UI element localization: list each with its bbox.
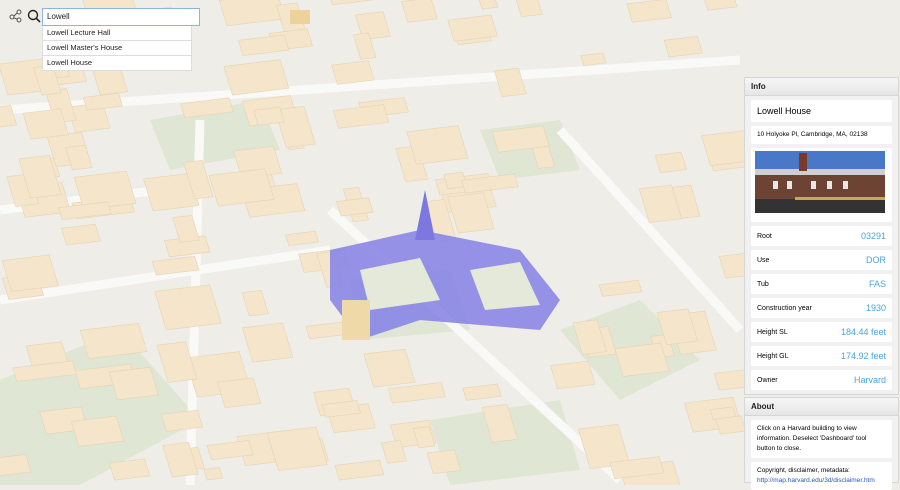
building[interactable] xyxy=(208,168,275,207)
info-row-height-gl: Height GL 174.92 feet xyxy=(751,346,892,366)
row-label: Height SL xyxy=(757,328,788,336)
info-row-tub: Tub FAS xyxy=(751,274,892,294)
suggestion-item[interactable]: Lowell Master's House xyxy=(42,40,192,56)
row-value: 184.44 feet xyxy=(840,327,886,337)
info-row-height-sl: Height SL 184.44 feet xyxy=(751,322,892,342)
row-label: Tub xyxy=(757,280,769,288)
building[interactable] xyxy=(61,223,101,246)
row-value: FAS xyxy=(868,279,886,289)
suggestion-item[interactable]: Lowell House xyxy=(42,55,192,71)
row-label: Use xyxy=(757,256,770,264)
row-value: Harvard xyxy=(853,375,886,385)
building[interactable] xyxy=(1,254,59,292)
copyright-label: Copyright, disclaimer, metadata: xyxy=(757,467,850,474)
info-row-construction-year: Construction year 1930 xyxy=(751,298,892,318)
row-value: 03291 xyxy=(860,231,886,241)
building[interactable] xyxy=(253,106,285,126)
row-label: Root xyxy=(757,232,772,240)
about-panel: About Click on a Harvard building to vie… xyxy=(744,397,899,490)
info-panel: Info Lowell House 10 Holyoke Pl, Cambrid… xyxy=(744,77,899,395)
building-photo-card xyxy=(751,148,892,222)
row-value: DOR xyxy=(866,255,886,265)
search-input[interactable] xyxy=(42,7,200,26)
about-panel-header: About xyxy=(745,398,898,416)
building[interactable] xyxy=(614,342,670,377)
building[interactable] xyxy=(203,467,224,481)
row-label: Height GL xyxy=(757,352,789,360)
row-label: Owner xyxy=(757,376,778,384)
building[interactable] xyxy=(550,360,596,390)
building[interactable] xyxy=(223,59,290,96)
building xyxy=(290,10,310,24)
building[interactable] xyxy=(71,415,125,447)
row-label: Construction year xyxy=(757,304,812,312)
building[interactable] xyxy=(217,377,262,408)
building[interactable] xyxy=(654,151,687,173)
building[interactable] xyxy=(406,125,469,165)
row-value: 174.92 feet xyxy=(840,351,886,361)
building-address: 10 Holyoke Pl, Cambridge, MA, 02138 xyxy=(751,126,892,144)
building[interactable] xyxy=(663,36,703,58)
info-row-owner: Owner Harvard xyxy=(751,370,892,390)
suggestion-item[interactable]: Lowell Lecture Hall xyxy=(42,25,192,41)
share-network-icon xyxy=(9,9,22,23)
row-value: 1930 xyxy=(865,303,886,313)
info-row-root: Root 03291 xyxy=(751,226,892,246)
about-text: Click on a Harvard building to view info… xyxy=(751,420,892,458)
building[interactable] xyxy=(331,60,375,85)
building[interactable] xyxy=(108,366,159,401)
info-panel-header: Info xyxy=(745,78,898,96)
building[interactable] xyxy=(22,108,69,140)
building-title: Lowell House xyxy=(751,100,892,122)
disclaimer-link[interactable]: http://map.harvard.edu/3d/disclaimer.htm xyxy=(757,477,875,484)
building[interactable] xyxy=(154,284,222,331)
search-icon xyxy=(27,9,41,23)
dashboard-button[interactable] xyxy=(6,6,26,26)
building-photo xyxy=(755,151,885,213)
building[interactable] xyxy=(426,449,462,474)
building[interactable] xyxy=(401,0,438,23)
search-box: Lowell Lecture Hall Lowell Master's Hous… xyxy=(42,6,200,71)
info-row-use: Use DOR xyxy=(751,250,892,270)
search-button[interactable] xyxy=(24,6,44,26)
building[interactable] xyxy=(715,415,747,435)
